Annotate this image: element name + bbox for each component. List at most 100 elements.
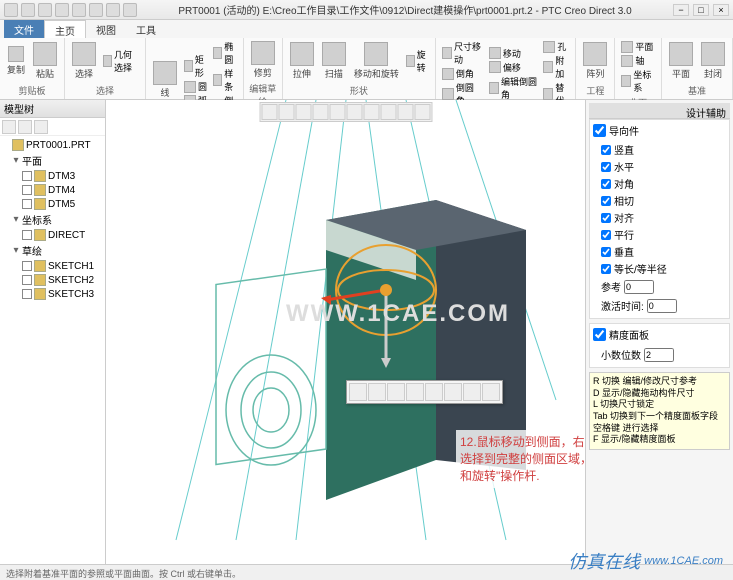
guides-toggle[interactable]	[593, 124, 606, 137]
tree-group-planes[interactable]: ▾平面	[2, 152, 103, 169]
facedit-button[interactable]: 编辑倒圆角	[487, 75, 539, 101]
tab-view[interactable]: 视图	[86, 20, 126, 38]
ctx-tool-icon[interactable]	[444, 383, 462, 401]
guide-check[interactable]	[601, 213, 611, 223]
sizemove-button[interactable]: 尺寸移动	[440, 40, 485, 66]
ctx-tool-icon[interactable]	[425, 383, 443, 401]
tree-item[interactable]: SKETCH1	[2, 259, 103, 273]
view-tool-icon[interactable]	[261, 104, 277, 120]
view-tool-icon[interactable]	[329, 104, 345, 120]
tree-item[interactable]: SKETCH3	[2, 287, 103, 301]
ribbon: 复制 粘贴 剪贴板 选择 几何选择 选择 线 矩形 圆 弧 椭圆 样条 倒角 草…	[0, 38, 733, 100]
tab-tools[interactable]: 工具	[126, 20, 166, 38]
ctx-tool-icon[interactable]	[406, 383, 424, 401]
qat-open-icon[interactable]	[21, 3, 35, 17]
tree-item[interactable]: DTM4	[2, 183, 103, 197]
tree-group-sketch[interactable]: ▾草绘	[2, 242, 103, 259]
ctx-tool-icon[interactable]	[349, 383, 367, 401]
guide-check[interactable]	[601, 162, 611, 172]
view-tool-icon[interactable]	[363, 104, 379, 120]
window-buttons: − □ ×	[673, 4, 729, 16]
tab-file[interactable]: 文件	[4, 20, 44, 38]
attach-button[interactable]: 附加	[541, 54, 571, 80]
qat-regen-icon[interactable]	[89, 3, 103, 17]
tab-home[interactable]: 主页	[44, 20, 86, 38]
qat-close-icon[interactable]	[123, 3, 137, 17]
ctx-tool-icon[interactable]	[463, 383, 481, 401]
chamfer2-button[interactable]: 倒角	[440, 67, 485, 80]
maximize-button[interactable]: □	[693, 4, 709, 16]
ctx-tool-icon[interactable]	[368, 383, 386, 401]
rect-button[interactable]: 矩形	[182, 53, 209, 79]
view-tool-icon[interactable]	[312, 104, 328, 120]
view-tool-icon[interactable]	[278, 104, 294, 120]
qat-save-icon[interactable]	[38, 3, 52, 17]
plane2-button[interactable]: 平面	[666, 41, 696, 81]
guide-check[interactable]	[601, 196, 611, 206]
ellipse-button[interactable]: 椭圆	[211, 40, 238, 66]
tree-item[interactable]: DTM3	[2, 169, 103, 183]
axis-button[interactable]: 轴	[619, 54, 657, 67]
sweep-button[interactable]: 扫描	[319, 41, 349, 81]
close2-button[interactable]: 封闭	[698, 41, 728, 81]
watermark: WWW.1CAE.COM	[286, 300, 510, 328]
close-button[interactable]: ×	[713, 4, 729, 16]
tree-tool-icon[interactable]	[34, 120, 48, 134]
precision-group: 精度面板 小数位数	[589, 323, 730, 368]
group-sketch: 线 矩形 圆 弧 椭圆 样条 倒角 草绘	[146, 38, 244, 99]
copy-button[interactable]: 复制	[4, 45, 28, 77]
tree-item[interactable]: DTM5	[2, 197, 103, 211]
precision-toggle[interactable]	[593, 328, 606, 341]
tree-group-csys[interactable]: ▾坐标系	[2, 211, 103, 228]
line-button[interactable]: 线	[150, 60, 180, 100]
guides-group: 导向件 竖直 水平 对角 相切 对齐 平行 垂直 等长/等半径 参考 激活时间:	[589, 119, 730, 319]
tree-header: 模型树	[0, 100, 105, 118]
pattern-button[interactable]: 阵列	[580, 41, 610, 81]
delay-input[interactable]	[647, 299, 677, 313]
revolve-button[interactable]: 旋转	[404, 48, 431, 74]
select-button[interactable]: 选择	[69, 41, 99, 81]
offset-button[interactable]: 偏移	[487, 61, 539, 74]
tree-item[interactable]: SKETCH2	[2, 273, 103, 287]
ref-input[interactable]	[624, 280, 654, 294]
moverotate-button[interactable]: 移动和旋转	[351, 41, 402, 81]
spline-button[interactable]: 样条	[211, 67, 238, 93]
tree-tool-icon[interactable]	[18, 120, 32, 134]
group-editsketch: 修剪 编辑草绘	[244, 38, 283, 99]
tree-tool-icon[interactable]	[2, 120, 16, 134]
hole-button[interactable]: 孔	[541, 40, 571, 53]
decimal-input[interactable]	[644, 348, 674, 362]
tree-item[interactable]: DIRECT	[2, 228, 103, 242]
minimize-button[interactable]: −	[673, 4, 689, 16]
extrude-button[interactable]: 拉伸	[287, 41, 317, 81]
view-tool-icon[interactable]	[380, 104, 396, 120]
guide-check[interactable]	[601, 264, 611, 274]
quick-access-toolbar	[4, 3, 137, 17]
plane-button[interactable]: 平面	[619, 40, 657, 53]
qat-redo-icon[interactable]	[72, 3, 86, 17]
view-tool-icon[interactable]	[397, 104, 413, 120]
title-bar: PRT0001 (活动的) E:\Creo工作目录\工作文件\0912\Dire…	[0, 0, 733, 20]
move-button[interactable]: 移动	[487, 47, 539, 60]
circle-button[interactable]: 圆	[182, 80, 209, 93]
tree-toolbar	[0, 118, 105, 136]
view-tool-icon[interactable]	[346, 104, 362, 120]
ctx-tool-icon[interactable]	[482, 383, 500, 401]
viewport[interactable]: WWW.1CAE.COM 12.鼠标移动到侧面，右键单击切换选择到完整的侧面区域…	[106, 100, 585, 564]
trim-button[interactable]: 修剪	[248, 40, 278, 80]
qat-windows-icon[interactable]	[106, 3, 120, 17]
tree-root[interactable]: PRT0001.PRT	[2, 138, 103, 152]
guide-check[interactable]	[601, 230, 611, 240]
geomsel-button[interactable]: 几何选择	[101, 48, 141, 74]
csys-button[interactable]: 坐标系	[619, 68, 657, 94]
guide-check[interactable]	[601, 145, 611, 155]
ctx-tool-icon[interactable]	[387, 383, 405, 401]
paste-button[interactable]: 粘贴	[30, 41, 60, 81]
qat-new-icon[interactable]	[4, 3, 18, 17]
tutorial-annotation: 12.鼠标移动到侧面，右键单击切换选择到完整的侧面区域，出现"移动和旋转"操作杆…	[456, 430, 585, 488]
qat-undo-icon[interactable]	[55, 3, 69, 17]
guide-check[interactable]	[601, 247, 611, 257]
guide-check[interactable]	[601, 179, 611, 189]
view-tool-icon[interactable]	[295, 104, 311, 120]
view-tool-icon[interactable]	[414, 104, 430, 120]
